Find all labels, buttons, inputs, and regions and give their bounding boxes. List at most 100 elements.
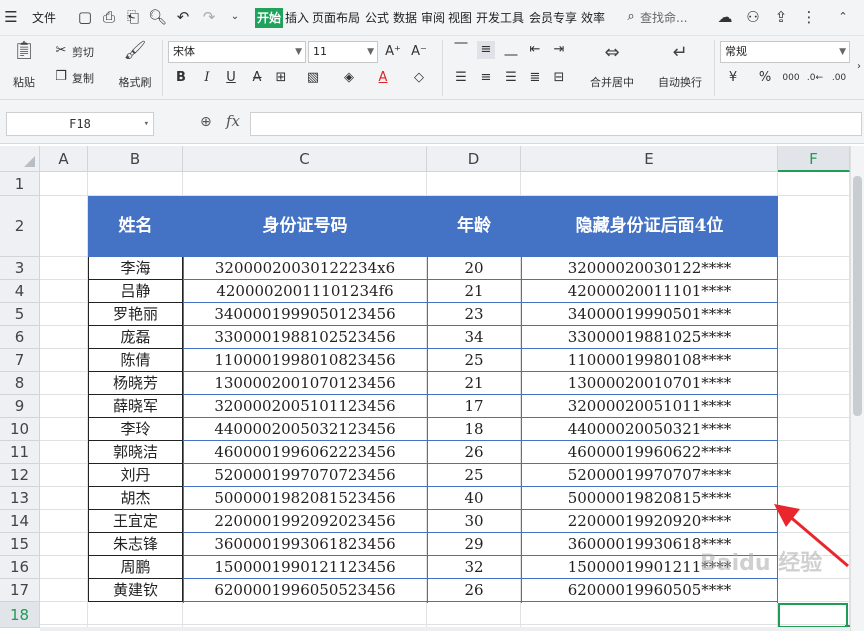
scissors-icon[interactable]: ✂ xyxy=(52,42,70,60)
copy-icon[interactable]: ❐ xyxy=(52,68,70,86)
column-header-a[interactable]: A xyxy=(40,146,88,172)
row-header-3[interactable]: 3 xyxy=(0,257,40,280)
number-format-select[interactable]: 常规 ▼ xyxy=(720,41,850,63)
header-age[interactable]: 年龄 xyxy=(427,196,521,257)
font-color-icon[interactable]: A xyxy=(374,69,392,87)
column-header-d[interactable]: D xyxy=(427,146,521,172)
id-number-cell[interactable]: 5200001997070723456 xyxy=(183,464,427,487)
search-command-box[interactable]: 查找命... xyxy=(640,9,687,27)
header-id-number[interactable]: 身份证号码 xyxy=(183,196,427,257)
row-header-2[interactable]: 2 xyxy=(0,196,40,257)
file-menu[interactable]: 文件 xyxy=(32,9,56,27)
share-user-icon[interactable]: ⚇ xyxy=(744,7,762,27)
id-number-cell[interactable]: 3600001993061823456 xyxy=(183,533,427,556)
age-cell[interactable]: 29 xyxy=(427,533,521,556)
wrap-text-button[interactable]: ↵ 自动换行 xyxy=(652,42,708,89)
row-header-18[interactable]: 18 xyxy=(0,602,40,628)
font-size-select[interactable]: 11 ▼ xyxy=(308,41,378,63)
name-cell[interactable]: 黄建钦 xyxy=(88,579,183,602)
name-box[interactable]: F18 ▾ xyxy=(6,112,154,136)
age-cell[interactable]: 17 xyxy=(427,395,521,418)
row-header-4[interactable]: 4 xyxy=(0,280,40,303)
masked-id-cell[interactable]: 52000019970707**** xyxy=(521,464,778,487)
tab-formulas[interactable]: 公式 xyxy=(365,9,389,27)
collapse-ribbon-icon[interactable]: ⌃ xyxy=(834,7,852,27)
tab-member[interactable]: 会员专享 xyxy=(529,9,577,27)
masked-id-cell[interactable]: 62000019960505**** xyxy=(521,579,778,602)
name-cell[interactable]: 郭晓洁 xyxy=(88,441,183,464)
bold-icon[interactable]: B xyxy=(172,69,190,87)
column-header-f[interactable]: F xyxy=(778,146,850,172)
thousands-separator-icon[interactable]: 000 xyxy=(782,69,800,87)
masked-id-cell[interactable]: 11000019980108**** xyxy=(521,349,778,372)
distributed-icon[interactable]: ⊟ xyxy=(550,69,568,87)
id-number-cell[interactable]: 5000001982081523456 xyxy=(183,487,427,510)
age-cell[interactable]: 26 xyxy=(427,441,521,464)
age-cell[interactable]: 34 xyxy=(427,326,521,349)
vertical-scrollbar[interactable] xyxy=(850,146,864,631)
cut-button[interactable]: 剪切 xyxy=(72,44,94,60)
share-icon[interactable]: ⇪ xyxy=(772,7,790,27)
name-cell[interactable]: 刘丹 xyxy=(88,464,183,487)
formula-input[interactable] xyxy=(250,112,862,136)
row-header-13[interactable]: 13 xyxy=(0,487,40,510)
row-header-10[interactable]: 10 xyxy=(0,418,40,441)
format-painter-button[interactable]: 🖌︎ 格式刷 xyxy=(114,40,156,89)
id-number-cell[interactable]: 6200001996050523456 xyxy=(183,579,427,602)
search-icon[interactable]: ⌕ xyxy=(622,7,640,27)
fill-color-icon[interactable]: ◈ xyxy=(340,69,358,87)
copy-button[interactable]: 复制 xyxy=(72,70,94,86)
age-cell[interactable]: 18 xyxy=(427,418,521,441)
redo-icon[interactable]: ↷ xyxy=(200,7,218,27)
masked-id-cell[interactable]: 44000020050321**** xyxy=(521,418,778,441)
age-cell[interactable]: 21 xyxy=(427,280,521,303)
row-header-8[interactable]: 8 xyxy=(0,372,40,395)
age-cell[interactable]: 40 xyxy=(427,487,521,510)
horizontal-scrollbar[interactable] xyxy=(40,627,850,631)
row-header-12[interactable]: 12 xyxy=(0,464,40,487)
id-number-cell[interactable]: 3200002005101123456 xyxy=(183,395,427,418)
hamburger-menu-icon[interactable]: ☰ xyxy=(2,7,20,27)
clear-format-icon[interactable]: ◇ xyxy=(410,69,428,87)
name-cell[interactable]: 罗艳丽 xyxy=(88,303,183,326)
selected-cell-f18[interactable] xyxy=(778,603,850,630)
age-cell[interactable]: 23 xyxy=(427,303,521,326)
tab-efficiency[interactable]: 效率 xyxy=(581,9,605,27)
tab-review[interactable]: 审阅 xyxy=(421,9,445,27)
name-cell[interactable]: 胡杰 xyxy=(88,487,183,510)
row-header-14[interactable]: 14 xyxy=(0,510,40,533)
border-icon[interactable]: ⊞ xyxy=(272,69,290,87)
masked-id-cell[interactable]: 50000019820815**** xyxy=(521,487,778,510)
age-cell[interactable]: 32 xyxy=(427,556,521,579)
id-number-cell[interactable]: 1300002001070123456 xyxy=(183,372,427,395)
header-masked-id[interactable]: 隐藏身份证后面4位 xyxy=(521,196,778,257)
fill-pattern-icon[interactable]: ▧ xyxy=(304,69,322,87)
tab-page-layout[interactable]: 页面布局 xyxy=(312,9,360,27)
select-all-corner[interactable] xyxy=(0,146,40,172)
row-header-9[interactable]: 9 xyxy=(0,395,40,418)
name-cell[interactable]: 朱志锋 xyxy=(88,533,183,556)
age-cell[interactable]: 20 xyxy=(427,257,521,280)
masked-id-cell[interactable]: 32000020051011**** xyxy=(521,395,778,418)
age-cell[interactable]: 30 xyxy=(427,510,521,533)
id-number-cell[interactable]: 32000020030122234x6 xyxy=(183,257,427,280)
masked-id-cell[interactable]: 32000020030122**** xyxy=(521,257,778,280)
name-cell[interactable]: 王宜定 xyxy=(88,510,183,533)
increase-decimal-icon[interactable]: .0← xyxy=(806,69,824,87)
tab-data[interactable]: 数据 xyxy=(393,9,417,27)
masked-id-cell[interactable]: 13000020010701**** xyxy=(521,372,778,395)
fx-icon[interactable]: fx xyxy=(226,112,240,130)
name-cell[interactable]: 周鹏 xyxy=(88,556,183,579)
id-number-cell[interactable]: 4400002005032123456 xyxy=(183,418,427,441)
align-top-icon[interactable]: ⎺ xyxy=(452,41,470,59)
row-header-16[interactable]: 16 xyxy=(0,556,40,579)
justify-icon[interactable]: ≣ xyxy=(526,69,544,87)
quick-access-dropdown-icon[interactable]: ⌄ xyxy=(226,7,244,27)
masked-id-cell[interactable]: 46000019960622**** xyxy=(521,441,778,464)
merge-center-button[interactable]: ⇔ 合并居中 xyxy=(582,42,642,89)
undo-icon[interactable]: ↶ xyxy=(174,7,192,27)
font-name-select[interactable]: 宋体 ▼ xyxy=(168,41,306,63)
id-number-cell[interactable]: 3300001988102523456 xyxy=(183,326,427,349)
export-pdf-icon[interactable]: ⎙ xyxy=(100,7,118,27)
tab-insert[interactable]: 插入 xyxy=(285,9,309,27)
